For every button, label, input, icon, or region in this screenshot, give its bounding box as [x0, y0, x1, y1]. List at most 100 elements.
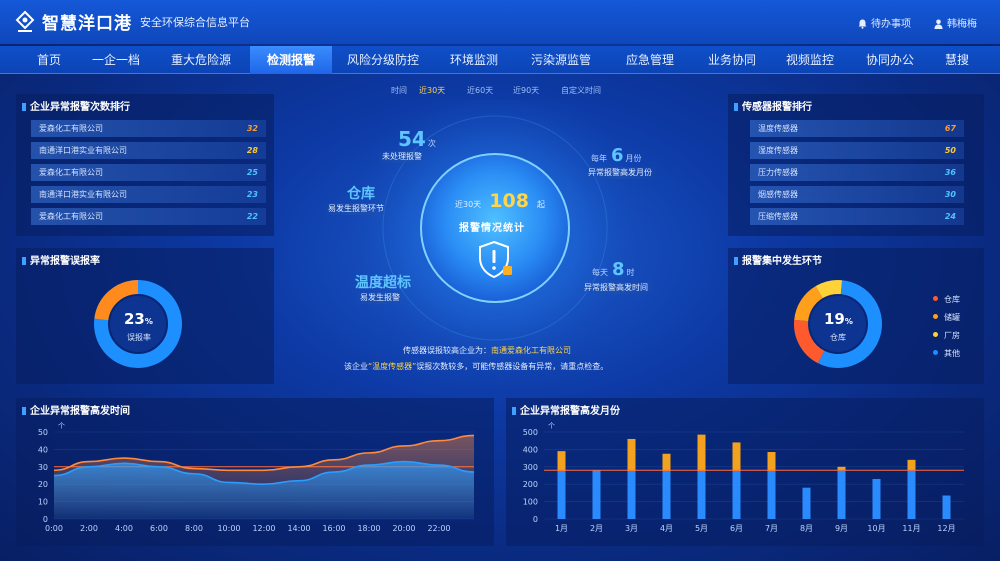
x-tick-label: 6:00 — [150, 524, 168, 533]
time-option-30[interactable]: 近30天 — [419, 85, 445, 96]
x-tick-label: 5月 — [695, 524, 708, 533]
nav-item-search[interactable]: 慧搜 — [932, 46, 982, 74]
rank-name: 烟感传感器 — [758, 190, 798, 199]
x-tick-label: 10:00 — [217, 524, 240, 533]
y-tick-label: 0 — [533, 515, 538, 524]
time-option-60[interactable]: 近60天 — [467, 85, 493, 96]
info-line-2: 该企业“温度传感器”误报次数较多，可能传感器设备有异常，请重点检查。 — [344, 361, 608, 372]
month-unit: 月份 — [625, 154, 642, 163]
rank-row[interactable]: 爱森化工有限公司 32 — [31, 120, 266, 137]
legend-dot — [933, 350, 938, 355]
bell-icon — [858, 19, 867, 29]
total-prefix: 近30天 — [455, 200, 482, 209]
hourly-chart-panel: 企业异常报警高发时间 0 10 20 30 40 50 个 0:00 2:00 4:00 6:00 8… — [16, 398, 494, 546]
total-label: 报警情况统计 — [459, 223, 525, 234]
nav-item-detection-alarm[interactable]: 检测报警 — [250, 46, 332, 74]
rank-row[interactable]: 湿度传感器 50 — [750, 142, 964, 159]
rank-value: 67 — [944, 124, 956, 133]
y-tick-label: 500 — [523, 428, 538, 437]
false-alarm-panel: 异常报警误报率 23% 误报率 — [16, 248, 274, 384]
month-stat: 每年 6 月份 — [591, 145, 642, 166]
nav-item-emergency[interactable]: 应急管理 — [612, 46, 688, 74]
rank-value: 28 — [246, 146, 258, 155]
y-tick-label: 400 — [523, 445, 538, 454]
bar-top — [627, 438, 636, 472]
bar-base — [872, 478, 881, 519]
rank-value: 24 — [944, 212, 956, 221]
legend-item-other: 其他 — [933, 348, 960, 359]
x-tick-label: 8月 — [800, 524, 813, 533]
legend-label: 厂房 — [944, 331, 960, 340]
legend-item-tank: 储罐 — [933, 312, 960, 323]
nav-item-business[interactable]: 业务协同 — [694, 46, 770, 74]
sensor-ranking-panel: 传感器报警排行 温度传感器 67 湿度传感器 50 压力传感器 36 烟感传感器 30 … — [728, 94, 984, 236]
alarm-stage-percent-value: 19 — [824, 310, 845, 328]
alarm-stage-label: 仓库 — [830, 333, 846, 342]
x-tick-label: 10月 — [867, 524, 885, 533]
x-tick-label: 22:00 — [427, 524, 450, 533]
y-tick-label: 30 — [38, 463, 48, 472]
nav-item-office[interactable]: 协同办公 — [852, 46, 928, 74]
info-line-1-prefix: 传感器误报较高企业为： — [403, 346, 491, 355]
nav-item-risk-control[interactable]: 风险分级防控 — [338, 46, 428, 74]
x-tick-label: 2:00 — [80, 524, 98, 533]
x-tick-label: 6月 — [730, 524, 743, 533]
rank-value: 23 — [246, 190, 258, 199]
user-name: 韩梅梅 — [947, 19, 977, 30]
hour-value: 8 — [612, 259, 625, 280]
rank-name: 爱森化工有限公司 — [39, 124, 103, 133]
false-alarm-label: 误报率 — [127, 333, 151, 342]
bar-base — [557, 471, 566, 519]
x-tick-label: 2月 — [590, 524, 603, 533]
rank-row[interactable]: 南通洋口港实业有限公司 28 — [31, 142, 266, 159]
info-line-2-sensor: “温度传感器” — [368, 362, 417, 371]
total-alarm-stat: 近30天 108 起 — [455, 190, 555, 212]
rank-name: 爱森化工有限公司 — [39, 168, 103, 177]
rank-value: 25 — [246, 168, 258, 177]
nav-item-pollution-source[interactable]: 污染源监管 — [520, 46, 602, 74]
nav-item-env-monitor[interactable]: 环境监测 — [436, 46, 512, 74]
nav-item-major-hazard[interactable]: 重大危险源 — [160, 46, 242, 74]
x-tick-label: 12月 — [937, 524, 955, 533]
info-line-2-suffix: 误报次数较多，可能传感器设备有异常，请重点检查。 — [416, 362, 609, 371]
rank-value: 36 — [944, 168, 956, 177]
todo-link[interactable]: 待办事项 — [858, 15, 911, 30]
legend-item-warehouse: 仓库 — [933, 294, 960, 305]
time-option-custom[interactable]: 自定义时间 — [561, 85, 601, 96]
rank-row[interactable]: 压缩传感器 24 — [750, 208, 964, 225]
unhandled-unit: 次 — [427, 139, 436, 148]
nav-item-home[interactable]: 首页 — [20, 46, 78, 74]
bar-top — [907, 459, 916, 471]
warehouse-value: 仓库 — [347, 186, 375, 202]
rank-row[interactable]: 压力传感器 36 — [750, 164, 964, 181]
rank-row[interactable]: 爱森化工有限公司 25 — [31, 164, 266, 181]
hour-prefix: 每天 — [592, 268, 608, 277]
y-tick-label: 10 — [38, 498, 48, 507]
false-alarm-percent-value: 23 — [124, 310, 145, 328]
bar-base — [627, 471, 636, 519]
enterprise-ranking-title: 企业异常报警次数排行 — [22, 98, 130, 113]
rank-row[interactable]: 爱森化工有限公司 22 — [31, 208, 266, 225]
nav-item-enterprise-file[interactable]: 一企一档 — [84, 46, 148, 74]
time-option-90[interactable]: 近90天 — [513, 85, 539, 96]
header-bar: 智慧洋口港 安全环保综合信息平台 待办事项 韩梅梅 — [0, 0, 1000, 44]
rank-row[interactable]: 温度传感器 67 — [750, 120, 964, 137]
bar-top — [697, 434, 706, 472]
rank-row[interactable]: 烟感传感器 30 — [750, 186, 964, 203]
legend-label: 仓库 — [944, 295, 960, 304]
user-menu[interactable]: 韩梅梅 — [934, 15, 977, 30]
rank-row[interactable]: 南通洋口港实业有限公司 23 — [31, 186, 266, 203]
false-alarm-title: 异常报警误报率 — [22, 252, 100, 267]
logo-icon — [15, 10, 35, 32]
bar-top — [557, 451, 566, 472]
rank-name: 压缩传感器 — [758, 212, 798, 221]
main-nav: 首页 一企一档 重大危险源 检测报警 风险分级防控 环境监测 污染源监管 应急管… — [0, 46, 1000, 74]
platform-subtitle: 安全环保综合信息平台 — [140, 16, 250, 29]
bar-base — [662, 471, 671, 519]
x-tick-label: 14:00 — [287, 524, 310, 533]
legend-label: 其他 — [944, 349, 960, 358]
y-axis-unit: 个 — [548, 422, 555, 430]
y-tick-label: 0 — [43, 515, 48, 524]
nav-item-video[interactable]: 视频监控 — [772, 46, 848, 74]
x-tick-label: 18:00 — [357, 524, 380, 533]
